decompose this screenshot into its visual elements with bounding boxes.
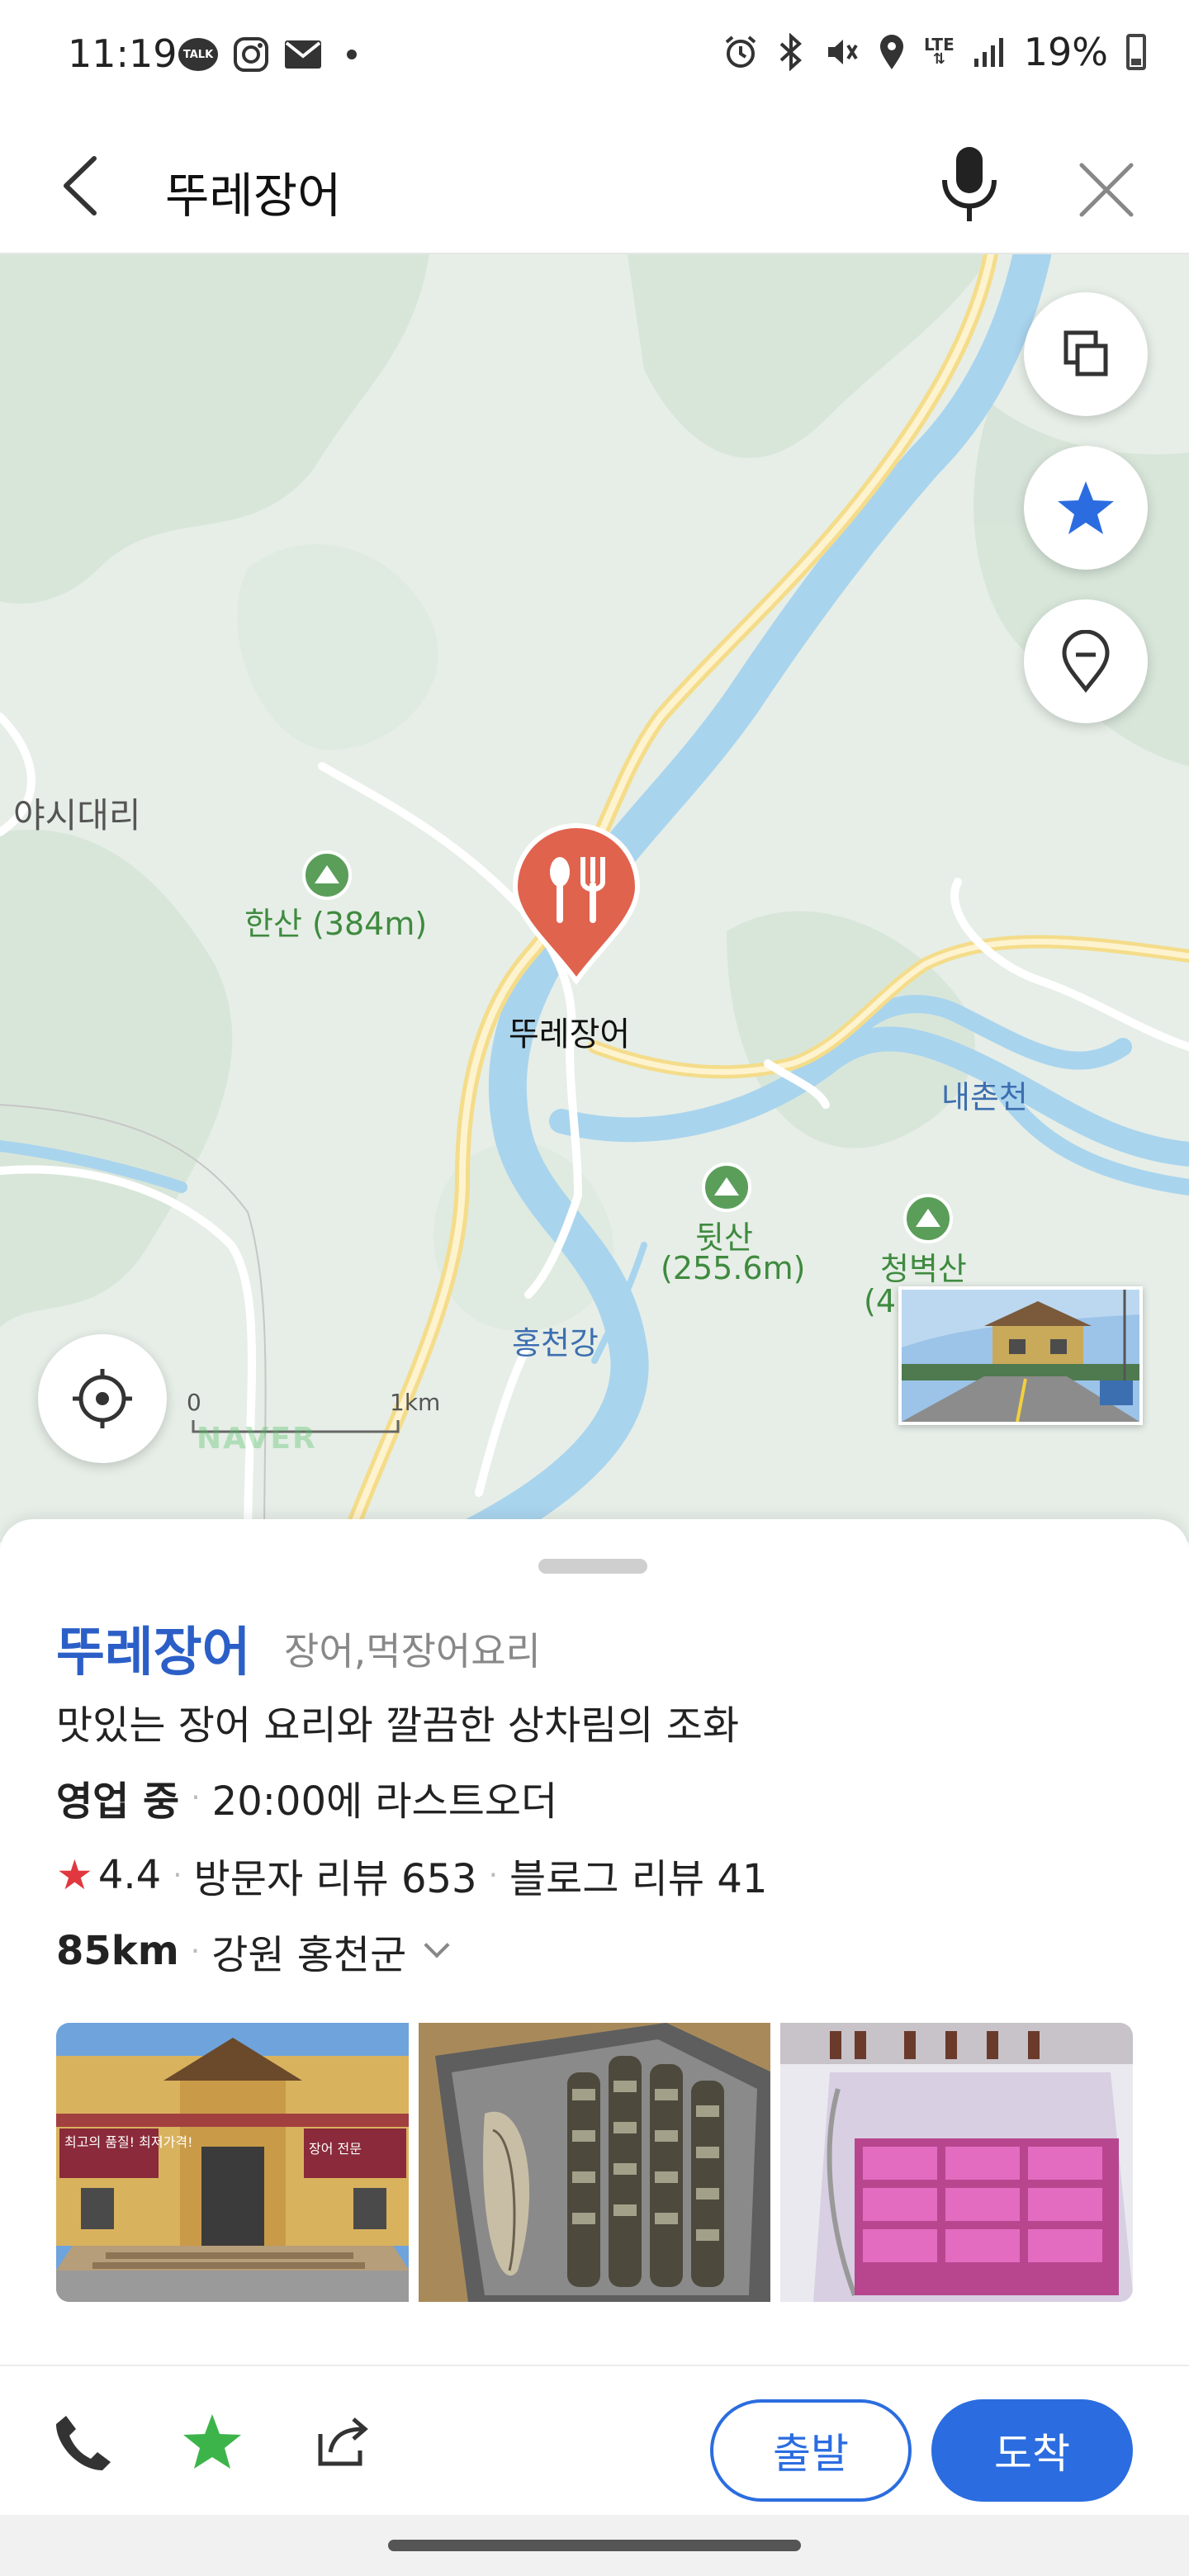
- display-case-image: [780, 2023, 1134, 2302]
- location-icon: [880, 35, 903, 69]
- more-notifications-dot: [347, 50, 357, 59]
- business-hours-row[interactable]: 영업 중 · 20:00에 라스트오더: [56, 1769, 557, 1826]
- photo-gallery: 최고의 품질! 최저가격! 장어 전문: [56, 2023, 1134, 2302]
- battery-percent: 19%: [1023, 30, 1108, 74]
- system-nav-bar: [0, 2515, 1189, 2576]
- open-status: 영업 중: [56, 1778, 180, 1825]
- distance-row[interactable]: 85km · 강원 홍천군: [56, 1922, 450, 1980]
- arrive-button[interactable]: 도착: [931, 2399, 1133, 2502]
- map-label-dwitsan-height: (255.6m): [661, 1250, 806, 1286]
- place-info-sheet: 뚜레장어 장어,먹장어요리 맛있는 장어 요리와 깔끔한 상차림의 조화 영업 …: [0, 1519, 1189, 2378]
- visitor-reviews-link[interactable]: 방문자 리뷰 653: [194, 1846, 477, 1904]
- layers-icon: [1063, 330, 1108, 376]
- status-bar: 11:19 TALK LTE ⇅ 19%: [0, 0, 1189, 116]
- naver-watermark: NAVER: [197, 1422, 317, 1456]
- search-header: 뚜레장어: [0, 116, 1189, 254]
- place-description: 맛있는 장어 요리와 깔끔한 상차림의 조화: [56, 1702, 740, 1749]
- action-bar: 출발 도착: [0, 2365, 1189, 2515]
- phone-icon[interactable]: [46, 2404, 121, 2479]
- restaurant-pin-icon[interactable]: [510, 822, 642, 987]
- grilled-eel-image: [418, 2023, 771, 2302]
- status-time: 11:19: [68, 31, 178, 76]
- scale-end-label: 1km: [390, 1389, 441, 1416]
- mail-icon: [285, 40, 321, 69]
- mountain-icon: [903, 1194, 953, 1243]
- street-view-thumbnail[interactable]: [898, 1286, 1143, 1425]
- mountain-icon: [702, 1163, 751, 1212]
- map-label-place[interactable]: 뚜레장어: [509, 1007, 630, 1055]
- region-text: 강원 홍천군: [211, 1932, 407, 1978]
- photo-display-case[interactable]: [780, 2023, 1134, 2302]
- star-icon: [1058, 481, 1114, 534]
- location-pin-button[interactable]: [1024, 599, 1148, 723]
- last-order-time: 20:00에 라스트오더: [211, 1778, 558, 1825]
- map-label-hongcheongang[interactable]: 홍천강: [512, 1318, 599, 1363]
- signal-icon: [973, 38, 1003, 67]
- crosshair-icon: [73, 1369, 132, 1428]
- sign-text-right: 장어 전문: [309, 2141, 362, 2157]
- mountain-icon: [302, 850, 352, 900]
- network-type: LTE ⇅: [924, 36, 955, 68]
- alarm-icon: [725, 36, 756, 68]
- data-arrows-icon: ⇅: [932, 50, 945, 68]
- photo-grilled-eel[interactable]: [418, 2023, 771, 2302]
- home-indicator[interactable]: [388, 2540, 801, 2551]
- chevron-down-icon[interactable]: [424, 1932, 450, 1958]
- back-button[interactable]: [46, 149, 121, 223]
- search-input[interactable]: 뚜레장어: [165, 157, 341, 226]
- instagram-icon: [234, 37, 268, 72]
- layers-button[interactable]: [1024, 292, 1148, 416]
- sheet-drag-handle[interactable]: [538, 1559, 647, 1574]
- blog-reviews-link[interactable]: 블로그 리뷰 41: [509, 1846, 767, 1904]
- map-label-cheongbyeoksan[interactable]: 청벽산: [880, 1243, 967, 1289]
- map-view[interactable]: 야시대리 한산 (384m) 뚜레장어 내촌천 뒷산 (255.6m) 청벽산 …: [0, 254, 1189, 1542]
- photo-storefront[interactable]: 최고의 품질! 최저가격! 장어 전문: [56, 2023, 409, 2302]
- battery-icon: [1126, 34, 1146, 70]
- map-label-yasidae-ri[interactable]: 야시대리: [13, 788, 141, 838]
- place-category: 장어,먹장어요리: [284, 1629, 541, 1674]
- map-label-hansan[interactable]: 한산 (384m): [244, 898, 427, 944]
- separator-dot: ·: [488, 1858, 499, 1892]
- separator-dot: ·: [190, 1934, 201, 1968]
- bluetooth-icon: [779, 33, 802, 71]
- voice-search-button[interactable]: [928, 140, 1011, 231]
- place-name[interactable]: 뚜레장어: [56, 1610, 251, 1686]
- system-icons: LTE ⇅ 19%: [722, 30, 1146, 74]
- separator-dot: ·: [173, 1858, 182, 1892]
- map-pin-outline-icon: [1062, 630, 1110, 693]
- share-icon[interactable]: [306, 2404, 380, 2479]
- favorite-star-icon[interactable]: [175, 2404, 249, 2479]
- sign-text-left: 최고의 품질! 최저가격!: [64, 2134, 192, 2150]
- storefront-image: 최고의 품질! 최저가격! 장어 전문: [56, 2023, 409, 2302]
- mute-icon: [828, 40, 858, 64]
- favorites-button[interactable]: [1024, 446, 1148, 570]
- scale-start-label: 0: [187, 1389, 201, 1416]
- current-location-button[interactable]: [38, 1334, 167, 1463]
- kakaotalk-icon: TALK: [178, 38, 218, 71]
- street-view-image: [902, 1290, 1139, 1422]
- clear-search-button[interactable]: [1065, 149, 1148, 231]
- rating-star-icon: ★: [56, 1851, 93, 1899]
- separator-dot: ·: [191, 1780, 201, 1815]
- rating-row: ★ 4.4 · 방문자 리뷰 653 · 블로그 리뷰 41: [56, 1846, 767, 1904]
- distance-value: 85km: [56, 1928, 179, 1974]
- map-label-naechoncheon[interactable]: 내촌천: [941, 1072, 1028, 1117]
- depart-button[interactable]: 출발: [710, 2399, 912, 2502]
- notification-icons: TALK: [178, 36, 357, 73]
- rating-value: 4.4: [97, 1852, 162, 1898]
